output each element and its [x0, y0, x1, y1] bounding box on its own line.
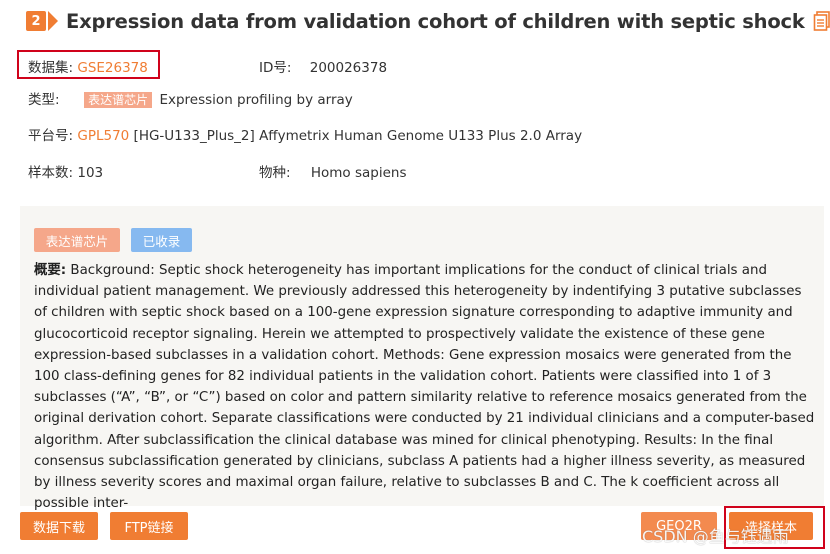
document-icon[interactable] — [813, 11, 830, 31]
samples-row: 样本数: 103 — [28, 161, 103, 181]
summary-panel: 表达谱芯片 已收录 概要: Background: Septic shock h… — [20, 206, 824, 511]
platform-label: 平台号: — [28, 128, 74, 144]
platform-row: 平台号: GPL570 [HG-U133_Plus_2] Affymetrix … — [28, 124, 582, 144]
id-label: ID号: — [259, 60, 292, 76]
type-tag: 表达谱芯片 — [84, 92, 153, 108]
id-row: ID号: 200026378 — [259, 56, 387, 76]
type-value: Expression profiling by array — [159, 92, 353, 108]
type-label: 类型: — [28, 92, 60, 108]
type-row: 类型: 表达谱芯片 Expression profiling by array — [28, 88, 353, 108]
samples-value: 103 — [77, 165, 104, 181]
index-badge: 2 — [26, 11, 46, 31]
species-value: Homo sapiens — [310, 165, 407, 181]
watermark: CSDN @鱼与钰遇雨 — [642, 527, 789, 546]
ftp-link-button[interactable]: FTP链接 — [110, 512, 188, 540]
samples-label: 样本数: — [28, 165, 74, 181]
platform-description: [HG-U133_Plus_2] Affymetrix Human Genome… — [133, 128, 583, 144]
platform-link[interactable]: GPL570 — [77, 128, 129, 144]
summary-text: Background: Septic shock heterogeneity h… — [34, 263, 815, 512]
dataset-title-row: 2 Expression data from validation cohort… — [26, 8, 830, 34]
status-badge: 已收录 — [131, 228, 192, 252]
id-value: 200026378 — [309, 60, 388, 76]
page-title: Expression data from validation cohort o… — [66, 9, 805, 33]
chevron-right-icon — [48, 11, 58, 31]
dataset-highlight-box — [17, 50, 160, 79]
type-tag-badge: 表达谱芯片 — [34, 228, 120, 252]
data-download-button[interactable]: 数据下载 — [20, 512, 98, 540]
summary-text-block: 概要: Background: Septic shock heterogenei… — [34, 260, 816, 514]
species-row: 物种: Homo sapiens — [259, 161, 407, 181]
summary-label: 概要: — [34, 263, 67, 278]
species-label: 物种: — [259, 165, 291, 181]
